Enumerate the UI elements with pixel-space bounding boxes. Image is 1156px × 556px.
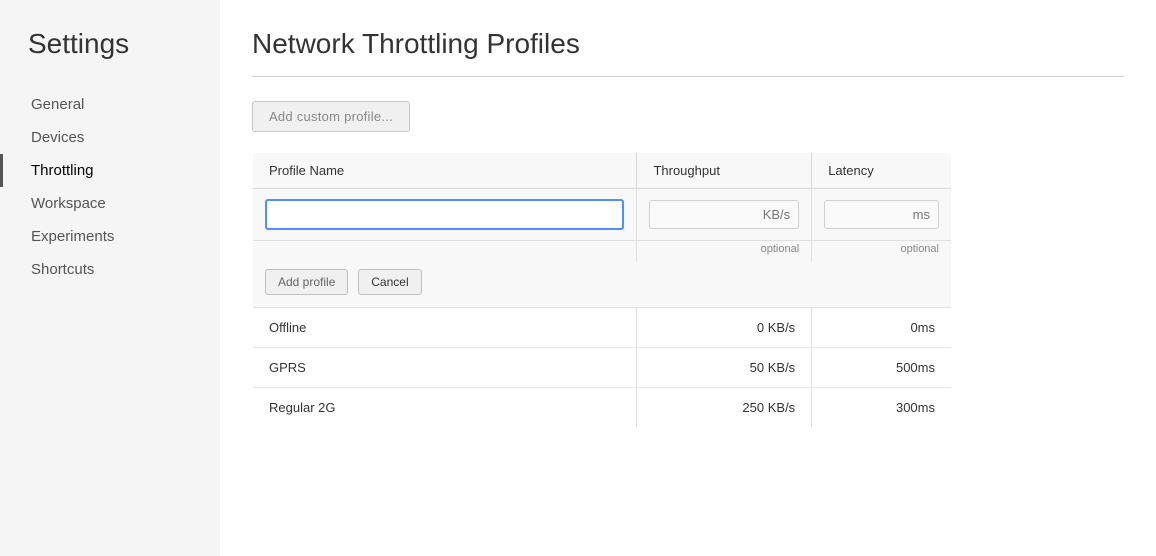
input-row [253, 189, 952, 241]
row-profile-name: Regular 2G [253, 388, 637, 428]
latency-input[interactable] [824, 200, 939, 229]
header-throughput: Throughput [637, 153, 812, 189]
add-profile-button[interactable]: Add profile [265, 269, 348, 295]
profile-name-input[interactable] [265, 199, 624, 230]
profile-name-cell [253, 189, 637, 241]
row-profile-name: Offline [253, 308, 637, 348]
throughput-cell [637, 189, 812, 241]
optional-labels-row: optional optional [253, 241, 952, 262]
throughput-optional-label: optional [637, 241, 812, 262]
table-row: GPRS 50 KB/s 500ms [253, 348, 952, 388]
row-throughput: 250 KB/s [637, 388, 812, 428]
sidebar: Settings General Devices Throttling Work… [0, 0, 220, 556]
latency-optional-label: optional [812, 241, 952, 262]
sidebar-item-workspace[interactable]: Workspace [0, 187, 220, 220]
table-row: Regular 2G 250 KB/s 300ms [253, 388, 952, 428]
sidebar-item-experiments[interactable]: Experiments [0, 220, 220, 253]
page-title: Network Throttling Profiles [252, 28, 1124, 60]
sidebar-item-general[interactable]: General [0, 88, 220, 121]
table-row: Offline 0 KB/s 0ms [253, 308, 952, 348]
throughput-input[interactable] [649, 200, 799, 229]
main-content: Network Throttling Profiles Add custom p… [220, 0, 1156, 556]
action-buttons-row: Add profile Cancel [253, 261, 952, 308]
row-throughput: 0 KB/s [637, 308, 812, 348]
latency-cell [812, 189, 952, 241]
row-profile-name: GPRS [253, 348, 637, 388]
action-buttons-cell: Add profile Cancel [253, 261, 952, 308]
divider [252, 76, 1124, 77]
row-latency: 0ms [812, 308, 952, 348]
sidebar-item-devices[interactable]: Devices [0, 121, 220, 154]
cancel-button[interactable]: Cancel [358, 269, 421, 295]
empty-optional-cell [253, 241, 637, 262]
sidebar-item-shortcuts[interactable]: Shortcuts [0, 253, 220, 286]
table-header-row: Profile Name Throughput Latency [253, 153, 952, 189]
row-throughput: 50 KB/s [637, 348, 812, 388]
sidebar-nav: General Devices Throttling Workspace Exp… [0, 88, 220, 286]
header-profile-name: Profile Name [253, 153, 637, 189]
row-latency: 300ms [812, 388, 952, 428]
row-latency: 500ms [812, 348, 952, 388]
sidebar-title: Settings [0, 28, 220, 88]
profiles-table: Profile Name Throughput Latency [252, 152, 952, 428]
header-latency: Latency [812, 153, 952, 189]
sidebar-item-throttling[interactable]: Throttling [0, 154, 220, 187]
add-custom-profile-button[interactable]: Add custom profile... [252, 101, 410, 132]
